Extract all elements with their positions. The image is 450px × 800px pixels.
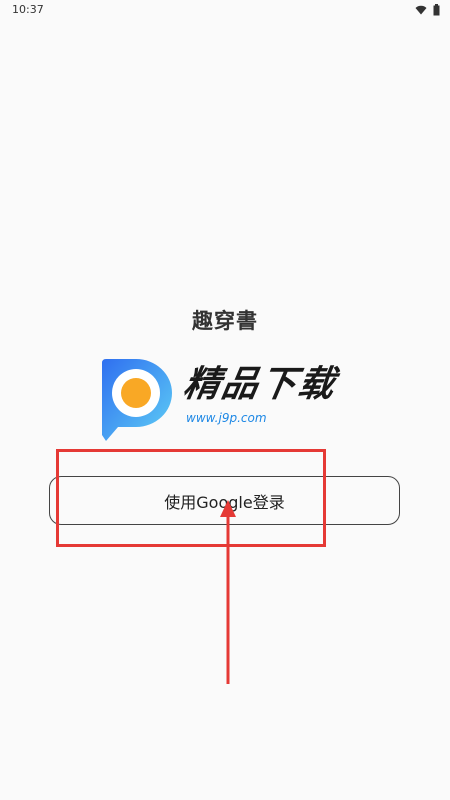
status-icons [415, 4, 440, 16]
google-login-label: 使用Google登录 [164, 492, 285, 512]
p-logo-icon [102, 359, 172, 441]
logo-url: www.j9p.com [186, 411, 267, 425]
app-title: 趣穿書 [192, 309, 258, 333]
wifi-icon [415, 5, 427, 15]
logo-text: 精品下载 [180, 364, 340, 405]
battery-icon [433, 4, 440, 16]
status-bar: 10:37 [0, 0, 450, 22]
google-login-button[interactable]: 使用Google登录 [49, 476, 400, 525]
status-time: 10:37 [12, 3, 44, 16]
brand-logo: 精品下载 www.j9p.com [96, 355, 358, 445]
